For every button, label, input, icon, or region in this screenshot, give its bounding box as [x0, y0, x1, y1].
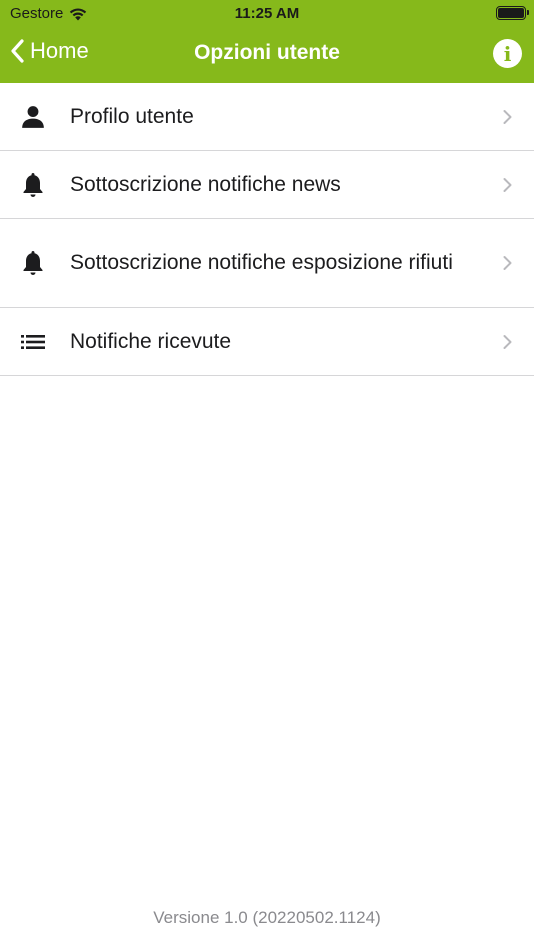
chevron-right-icon	[503, 256, 512, 270]
bell-icon	[0, 249, 70, 277]
info-icon[interactable]: i	[493, 39, 522, 68]
options-list: Profilo utente Sottoscrizione notifiche …	[0, 83, 534, 376]
person-icon	[0, 104, 70, 130]
bell-icon	[0, 171, 70, 199]
list-icon	[0, 333, 70, 351]
chevron-right-icon	[503, 109, 512, 124]
list-item-label: Profilo utente	[70, 104, 194, 128]
list-item-label: Sottoscrizione notifiche esposizione rif…	[70, 251, 453, 274]
navigation-bar: Home Opzioni utente i	[0, 28, 534, 83]
list-item-notifiche-esposizione-rifiuti[interactable]: Sottoscrizione notifiche esposizione rif…	[0, 219, 534, 308]
version-label: Versione 1.0 (20220502.1124)	[153, 908, 381, 927]
list-item-notifiche-ricevute[interactable]: Notifiche ricevute	[0, 308, 534, 376]
header: Gestore 11:25 AM Home Opzioni utente i	[0, 0, 534, 83]
battery-icon	[496, 6, 529, 20]
status-bar: Gestore 11:25 AM	[0, 0, 534, 28]
page-title: Opzioni utente	[194, 41, 340, 64]
list-item-notifiche-news[interactable]: Sottoscrizione notifiche news	[0, 151, 534, 219]
list-item-label: Notifiche ricevute	[70, 329, 232, 353]
chevron-right-icon	[503, 334, 512, 349]
list-item-label: Sottoscrizione notifiche news	[70, 172, 341, 196]
chevron-right-icon	[503, 177, 512, 192]
status-time: 11:25 AM	[234, 5, 300, 22]
list-item-profilo-utente[interactable]: Profilo utente	[0, 83, 534, 151]
